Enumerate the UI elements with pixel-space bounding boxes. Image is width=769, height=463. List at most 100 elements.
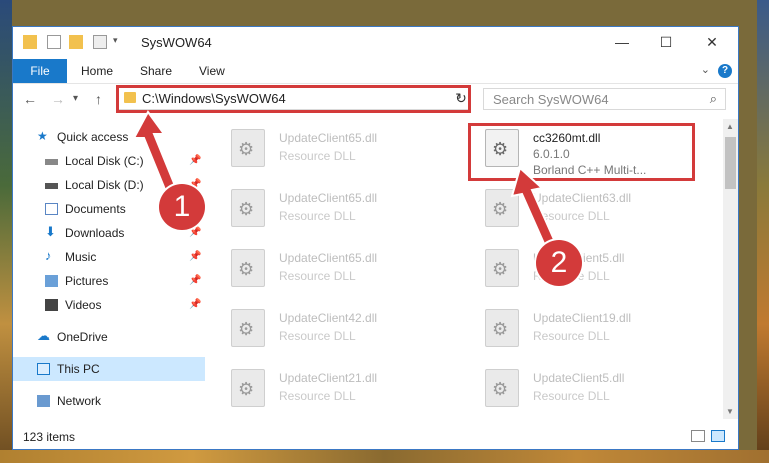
forward-button[interactable]: → [51, 91, 65, 107]
scrollbar-thumb[interactable] [725, 137, 736, 189]
list-item[interactable]: UpdateClient65.dll Resource DLL [219, 243, 439, 291]
list-item[interactable]: UpdateClient5.dll Resource DLL [473, 243, 693, 291]
scroll-down-icon[interactable]: ▼ [726, 407, 734, 416]
pin-icon[interactable]: 📌 [189, 155, 201, 166]
file-name: UpdateClient65.dll [279, 191, 378, 205]
search-input[interactable]: Search SysWOW64 ⌕ [483, 88, 726, 110]
address-highlight-box [116, 85, 471, 113]
list-item[interactable]: UpdateClient63.dll Resource DLL [473, 183, 693, 231]
up-button[interactable]: ↑ [95, 91, 102, 107]
vertical-scrollbar[interactable]: ▲ ▼ [723, 119, 738, 419]
quick-access-toolbar-icon[interactable] [93, 35, 107, 49]
navigation-pane: ★ Quick access Local Disk (C:) 📌 Local D… [13, 119, 205, 419]
file-name: UpdateClient42.dll [279, 311, 378, 325]
file-name: UpdateClient65.dll [279, 131, 378, 145]
expand-ribbon-icon[interactable]: ⌄ [701, 63, 710, 76]
list-item[interactable]: UpdateClient21.dll Resource DLL [219, 363, 439, 411]
list-item[interactable]: UpdateClient65.dll Resource DLL [219, 123, 439, 171]
list-item[interactable]: UpdateClient42.dll Resource DLL [219, 303, 439, 351]
back-button[interactable]: ← [23, 91, 37, 107]
file-tab[interactable]: File [13, 59, 67, 83]
videos-icon [45, 299, 58, 311]
status-bar: 123 items [13, 425, 738, 449]
maximize-button[interactable]: ☐ [655, 33, 677, 51]
properties-icon[interactable] [47, 35, 61, 49]
sidebar-item-label: Downloads [65, 226, 125, 240]
pin-icon[interactable]: 📌 [189, 227, 201, 238]
desktop-background-bottom [0, 450, 769, 463]
tab-view[interactable]: View [199, 59, 225, 83]
file-description: Resource DLL [533, 209, 610, 223]
search-placeholder: Search SysWOW64 [493, 92, 609, 107]
tab-home[interactable]: Home [81, 59, 113, 83]
chevron-down-icon[interactable]: ▾ [113, 35, 127, 49]
tab-share[interactable]: Share [140, 59, 172, 83]
sidebar-item-pictures[interactable]: Pictures 📌 [13, 269, 205, 293]
file-description: Resource DLL [279, 149, 356, 163]
pictures-icon [45, 275, 58, 287]
file-highlight-box [468, 123, 695, 181]
cloud-icon: ☁ [37, 328, 50, 343]
file-description: Resource DLL [533, 389, 610, 403]
title-bar: ▾ SysWOW64 — ☐ ✕ [13, 27, 738, 59]
sidebar-item-onedrive[interactable]: ☁ OneDrive [13, 325, 205, 349]
new-folder-icon[interactable] [69, 35, 83, 49]
folder-icon [23, 35, 37, 49]
file-description: Resource DLL [533, 329, 610, 343]
step-marker-1: 1 [159, 184, 205, 230]
list-item[interactable]: UpdateClient65.dll Resource DLL [219, 183, 439, 231]
dll-file-icon [231, 189, 265, 227]
sidebar-item-label: Local Disk (D:) [65, 178, 144, 192]
dll-file-icon [231, 309, 265, 347]
dll-file-icon [485, 189, 519, 227]
dll-file-icon [485, 369, 519, 407]
file-name: UpdateClient21.dll [279, 371, 378, 385]
file-name: UpdateClient5.dll [533, 371, 625, 385]
pin-icon[interactable]: 📌 [189, 251, 201, 262]
list-item[interactable]: UpdateClient19.dll Resource DLL [473, 303, 693, 351]
file-description: Resource DLL [279, 389, 356, 403]
sidebar-item-label: Pictures [65, 274, 109, 288]
file-name: UpdateClient63.dll [533, 191, 632, 205]
sidebar-item-label: Videos [65, 298, 102, 312]
details-view-icon[interactable] [691, 430, 705, 442]
drive-icon [45, 159, 58, 165]
sidebar-item-label: This PC [57, 362, 100, 376]
star-icon: ★ [37, 129, 48, 143]
file-description: Resource DLL [279, 209, 356, 223]
dll-file-icon [231, 129, 265, 167]
sidebar-item-music[interactable]: ♪ Music 📌 [13, 245, 205, 269]
item-count: 123 items [23, 430, 76, 444]
ribbon-tabs: File Home Share View ⌄ ? [13, 59, 738, 84]
pin-icon[interactable]: 📌 [189, 275, 201, 286]
minimize-button[interactable]: — [611, 33, 633, 51]
close-button[interactable]: ✕ [701, 33, 723, 51]
navigation-bar: ← → ▾ ↑ C:\Windows\SysWOW64 ⌄ ↻ Search S… [13, 83, 738, 117]
sidebar-item-this-pc[interactable]: This PC [13, 357, 205, 381]
sidebar-item-local-disk-c[interactable]: Local Disk (C:) 📌 [13, 149, 205, 173]
recent-locations-button[interactable]: ▾ [73, 93, 78, 104]
sidebar-item-label: Network [57, 394, 102, 408]
sidebar-item-label: Documents [65, 202, 126, 216]
file-description: Resource DLL [279, 329, 356, 343]
download-icon: ⬇ [45, 224, 56, 239]
search-icon: ⌕ [709, 91, 717, 106]
step-marker-2: 2 [536, 240, 582, 286]
dll-file-icon [231, 369, 265, 407]
pin-icon[interactable]: 📌 [189, 299, 201, 310]
large-icons-view-icon[interactable] [711, 430, 725, 442]
dll-file-icon [231, 249, 265, 287]
scroll-up-icon[interactable]: ▲ [726, 122, 734, 131]
sidebar-item-videos[interactable]: Videos 📌 [13, 293, 205, 317]
sidebar-item-label: Local Disk (C:) [65, 154, 144, 168]
documents-icon [45, 203, 58, 215]
sidebar-item-network[interactable]: Network [13, 389, 205, 413]
sidebar-item-label: Quick access [57, 130, 129, 144]
computer-icon [37, 363, 50, 375]
list-item[interactable]: UpdateClient5.dll Resource DLL [473, 363, 693, 411]
help-icon[interactable]: ? [718, 64, 732, 78]
window-title: SysWOW64 [141, 35, 212, 50]
sidebar-item-quick-access[interactable]: ★ Quick access [13, 125, 205, 149]
network-icon [37, 395, 50, 407]
desktop-background-right [757, 0, 769, 463]
